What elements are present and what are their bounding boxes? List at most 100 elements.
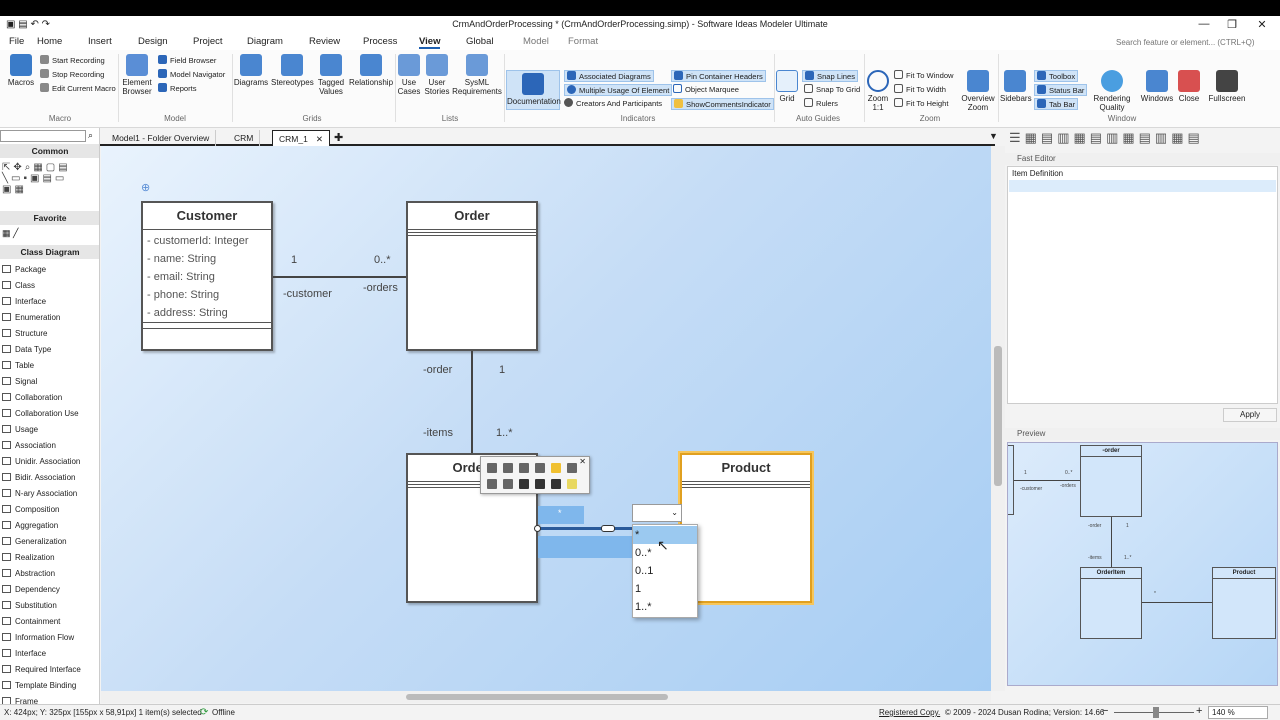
- fit-to-window-button[interactable]: Fit To Window: [894, 70, 954, 80]
- object-marquee-toggle[interactable]: Object Marquee: [673, 84, 739, 94]
- grid-button[interactable]: Grid: [776, 70, 798, 103]
- menu-file[interactable]: File: [9, 36, 24, 47]
- zoom-1-1-button[interactable]: Zoom 1:1: [866, 70, 890, 112]
- toolbox-item[interactable]: Generalization: [2, 537, 67, 546]
- reports-button[interactable]: Reports: [158, 83, 197, 93]
- fast-editor[interactable]: Item Definition: [1007, 166, 1278, 404]
- macros-button[interactable]: Macros: [6, 54, 36, 87]
- multiplicity-label[interactable]: *: [558, 508, 562, 518]
- line-icon[interactable]: [535, 479, 545, 489]
- search-icon[interactable]: ⌕: [88, 130, 93, 141]
- association-customer-order[interactable]: [273, 276, 406, 278]
- multiplicity-label[interactable]: 1..*: [496, 427, 513, 439]
- attribute[interactable]: - phone: String: [143, 286, 271, 304]
- toolbox-item[interactable]: Package: [2, 265, 46, 274]
- role-label[interactable]: -order: [423, 364, 452, 376]
- menu-diagram[interactable]: Diagram: [247, 36, 283, 47]
- tab-dropdown-icon[interactable]: ▼: [989, 131, 998, 141]
- tool-icon[interactable]: [487, 463, 497, 473]
- windows-button[interactable]: Windows: [1140, 70, 1174, 103]
- tab-crm-1[interactable]: CRM_1 ✕: [272, 130, 330, 146]
- fullscreen-button[interactable]: Fullscreen: [1208, 70, 1246, 103]
- registered-copy-link[interactable]: Registered Copy.: [879, 708, 940, 717]
- attribute[interactable]: - address: String: [143, 304, 271, 322]
- edit-macro-button[interactable]: Edit Current Macro: [40, 83, 116, 93]
- zoom-select[interactable]: 140 %: [1208, 706, 1268, 719]
- toolbox-item[interactable]: Unidir. Association: [2, 457, 80, 466]
- field-browser-button[interactable]: Field Browser: [158, 55, 216, 65]
- maximize-button[interactable]: ❐: [1222, 18, 1242, 31]
- status-bar-toggle[interactable]: Status Bar: [1034, 84, 1088, 96]
- tool-icon[interactable]: [567, 463, 577, 473]
- option-one-many[interactable]: 1..*: [633, 598, 697, 616]
- tagged-values-button[interactable]: Tagged Values: [314, 54, 348, 96]
- multiplicity-label[interactable]: 1: [291, 254, 297, 266]
- start-recording-button[interactable]: Start Recording: [40, 55, 105, 65]
- tool-icon[interactable]: [519, 463, 529, 473]
- zoom-out-icon[interactable]: −: [1102, 705, 1108, 717]
- fit-to-height-button[interactable]: Fit To Height: [894, 98, 949, 108]
- fill-icon[interactable]: [519, 479, 529, 489]
- comments-indicator-toggle[interactable]: ShowCommentsIndicator: [671, 98, 774, 110]
- menu-model[interactable]: Model: [523, 36, 549, 47]
- toolbox-toggle[interactable]: Toolbox: [1034, 70, 1079, 82]
- toolbox-item[interactable]: Class: [2, 281, 35, 290]
- horizontal-scrollbar[interactable]: [101, 691, 991, 703]
- use-cases-button[interactable]: Use Cases: [396, 54, 422, 96]
- toolbox-search-input[interactable]: [0, 130, 86, 142]
- tab-bar-toggle[interactable]: Tab Bar: [1034, 98, 1079, 110]
- close-icon[interactable]: ✕: [579, 457, 586, 466]
- diagram-canvas[interactable]: ⊕ Customer - customerId: Integer - name:…: [101, 146, 991, 691]
- multiplicity-label[interactable]: 1: [499, 364, 505, 376]
- shadow-icon[interactable]: [551, 479, 561, 489]
- toolbox-item[interactable]: Composition: [2, 505, 59, 514]
- apply-button[interactable]: Apply: [1223, 408, 1277, 422]
- stereotypes-button[interactable]: Stereotypes: [271, 54, 314, 87]
- sidebar-toolbar[interactable]: ☰▦▤▥▦▤▥▦▤▥▦▤: [1009, 130, 1279, 150]
- tool-icon[interactable]: [503, 479, 513, 489]
- model-navigator-button[interactable]: Model Navigator: [158, 69, 225, 79]
- common-tools[interactable]: ⇱✥⌕▦▢▤ ╲▭▪▣▤▭ ▣▦: [2, 162, 92, 206]
- scroll-thumb[interactable]: [994, 346, 1002, 486]
- menu-process[interactable]: Process: [363, 36, 397, 47]
- add-element-icon[interactable]: ⊕: [141, 181, 150, 194]
- attribute[interactable]: - email: String: [143, 268, 271, 286]
- associated-diagrams-toggle[interactable]: Associated Diagrams: [564, 70, 654, 82]
- toolbox-item[interactable]: Usage: [2, 425, 38, 434]
- role-label[interactable]: -items: [423, 427, 453, 439]
- toolbox-item[interactable]: Containment: [2, 617, 60, 626]
- menu-review[interactable]: Review: [309, 36, 340, 47]
- menu-home[interactable]: Home: [37, 36, 62, 47]
- toolbox-item[interactable]: Collaboration Use: [2, 409, 79, 418]
- toolbox-item[interactable]: Template Binding: [2, 681, 76, 690]
- tool-icon[interactable]: [487, 479, 497, 489]
- close-diagram-button[interactable]: Close: [1176, 70, 1202, 103]
- option-zero-one[interactable]: 0..1: [633, 562, 697, 580]
- section-class-diagram[interactable]: Class Diagram: [0, 245, 99, 259]
- close-window-button[interactable]: ✕: [1252, 18, 1272, 31]
- toolbox-item[interactable]: Structure: [2, 329, 47, 338]
- sidebars-button[interactable]: Sidebars: [1000, 70, 1032, 103]
- class-product[interactable]: Product: [680, 453, 812, 603]
- zoom-in-icon[interactable]: +: [1196, 705, 1202, 717]
- menu-project[interactable]: Project: [193, 36, 223, 47]
- scroll-thumb[interactable]: [406, 694, 668, 700]
- toolbox-item[interactable]: Association: [2, 441, 56, 450]
- pin-container-toggle[interactable]: Pin Container Headers: [671, 70, 766, 82]
- rulers-toggle[interactable]: Rulers: [804, 98, 838, 108]
- toolbox-item[interactable]: Signal: [2, 377, 37, 386]
- chevron-down-icon[interactable]: ⌄: [671, 508, 678, 517]
- toolbox-item[interactable]: Enumeration: [2, 313, 60, 322]
- documentation-button[interactable]: Documentation: [506, 70, 561, 110]
- comment-icon[interactable]: [567, 479, 577, 489]
- multiple-usage-toggle[interactable]: Multiple Usage Of Element: [564, 84, 673, 96]
- toolbox-item[interactable]: Substitution: [2, 601, 57, 610]
- connector-handle[interactable]: [601, 525, 615, 532]
- diagrams-button[interactable]: Diagrams: [233, 54, 269, 87]
- menu-format[interactable]: Format: [568, 36, 598, 47]
- class-customer[interactable]: Customer - customerId: Integer - name: S…: [141, 201, 273, 351]
- element-browser-button[interactable]: Element Browser: [120, 54, 154, 96]
- section-favorite[interactable]: Favorite: [0, 211, 99, 225]
- search-input[interactable]: [1116, 36, 1276, 49]
- role-label[interactable]: -orders: [363, 282, 398, 294]
